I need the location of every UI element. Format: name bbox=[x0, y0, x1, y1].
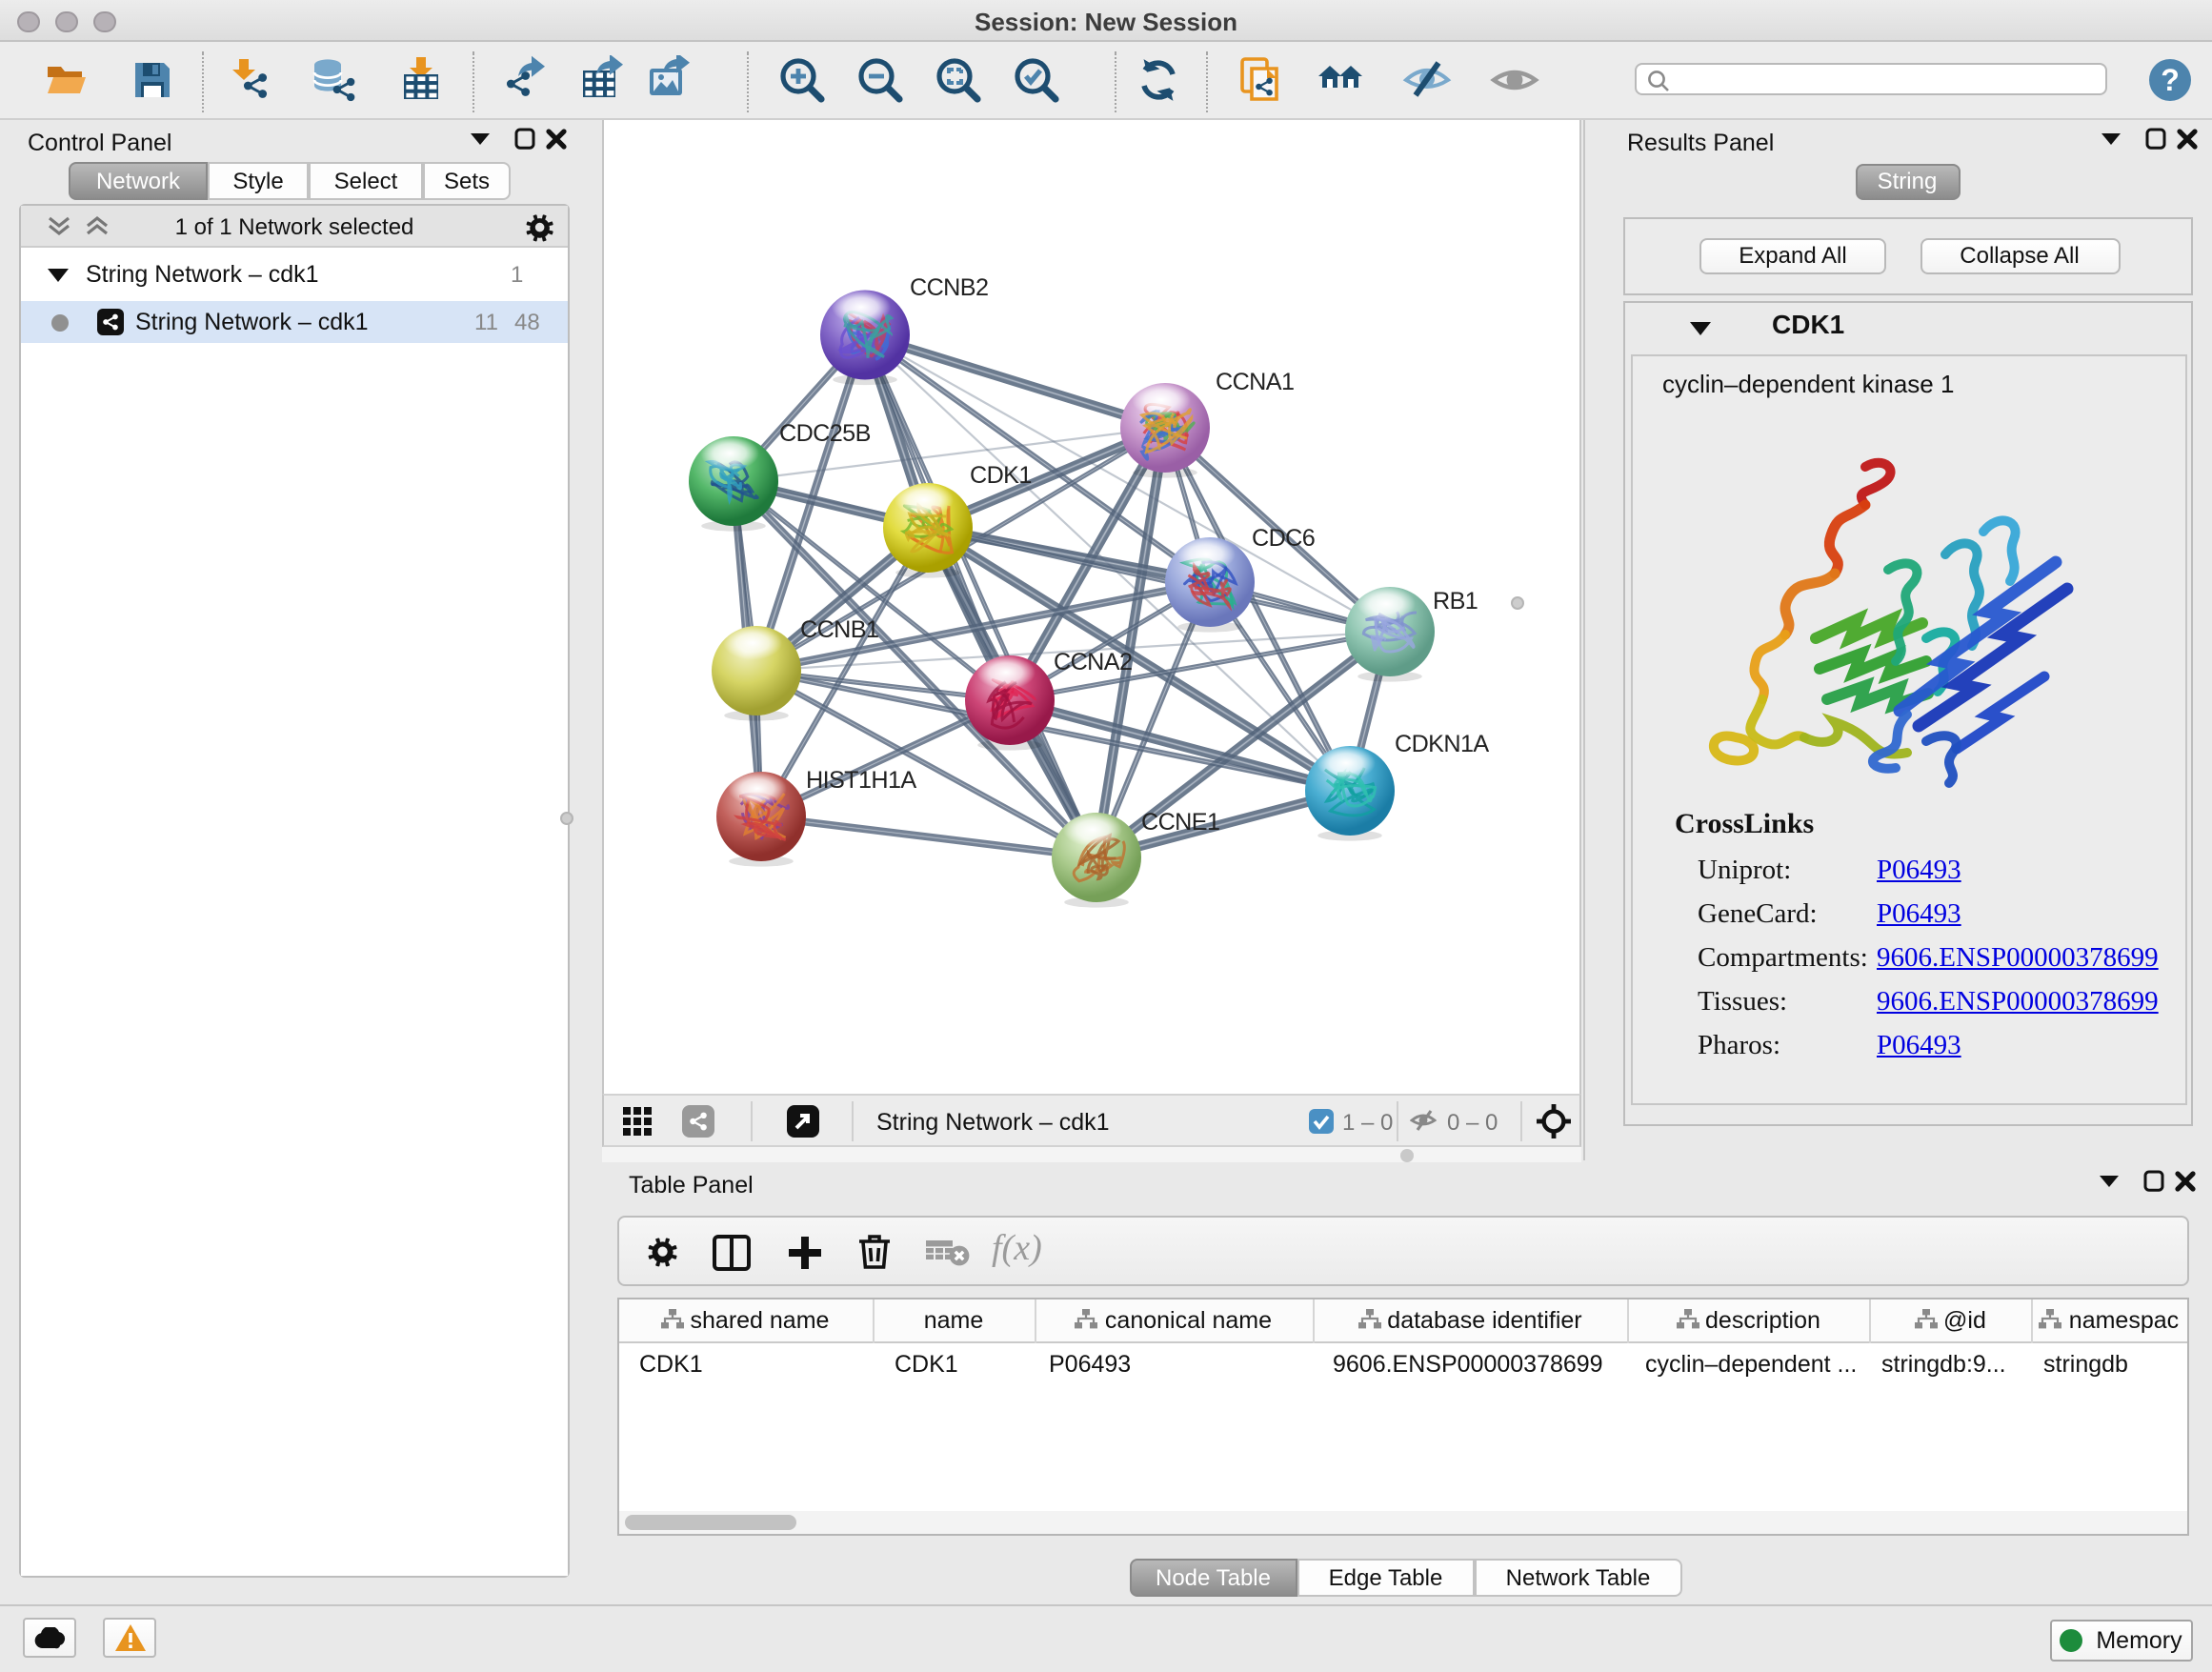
svg-text:CCNA1: CCNA1 bbox=[1215, 368, 1293, 394]
svg-text:CCNE1: CCNE1 bbox=[1140, 808, 1218, 835]
svg-text:RB1: RB1 bbox=[1432, 587, 1477, 614]
svg-text:CCNB2: CCNB2 bbox=[909, 273, 987, 300]
svg-text:CDKN1A: CDKN1A bbox=[1394, 730, 1488, 756]
svg-text:CCNB1: CCNB1 bbox=[799, 615, 877, 642]
svg-text:CDK1: CDK1 bbox=[969, 461, 1031, 488]
svg-text:CDC25B: CDC25B bbox=[778, 419, 870, 446]
svg-text:CDC6: CDC6 bbox=[1251, 524, 1314, 551]
svg-text:CCNA2: CCNA2 bbox=[1053, 648, 1131, 675]
svg-text:?: ? bbox=[2161, 63, 2180, 97]
svg-text:HIST1H1A: HIST1H1A bbox=[805, 766, 915, 793]
